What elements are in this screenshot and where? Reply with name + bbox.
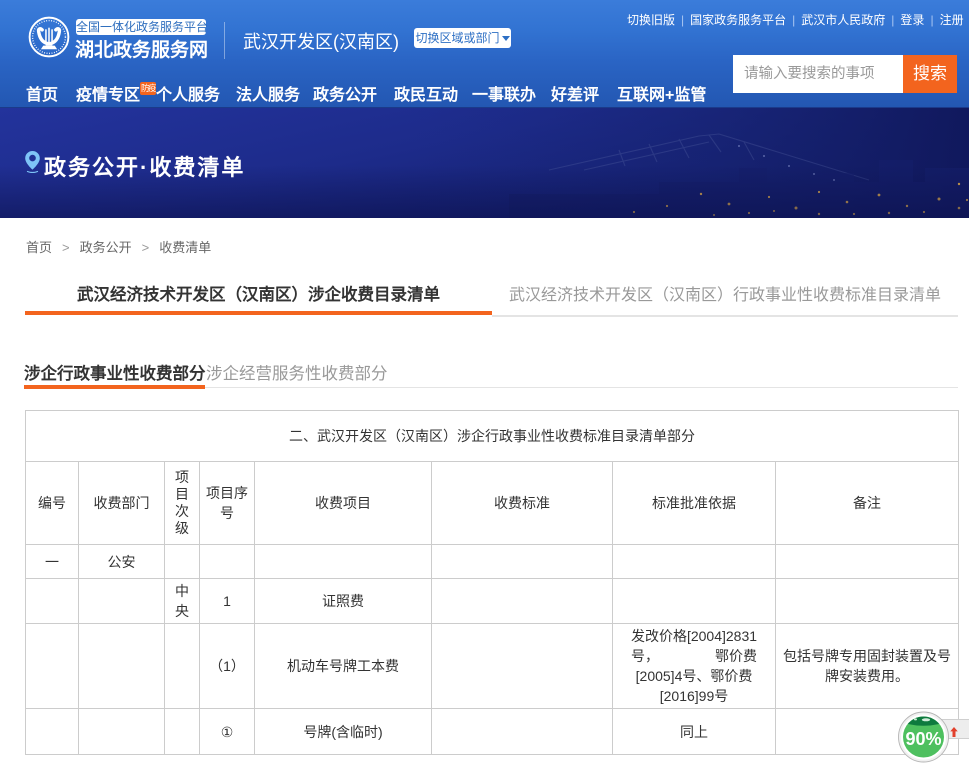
svg-text:90%: 90% [905,729,941,749]
